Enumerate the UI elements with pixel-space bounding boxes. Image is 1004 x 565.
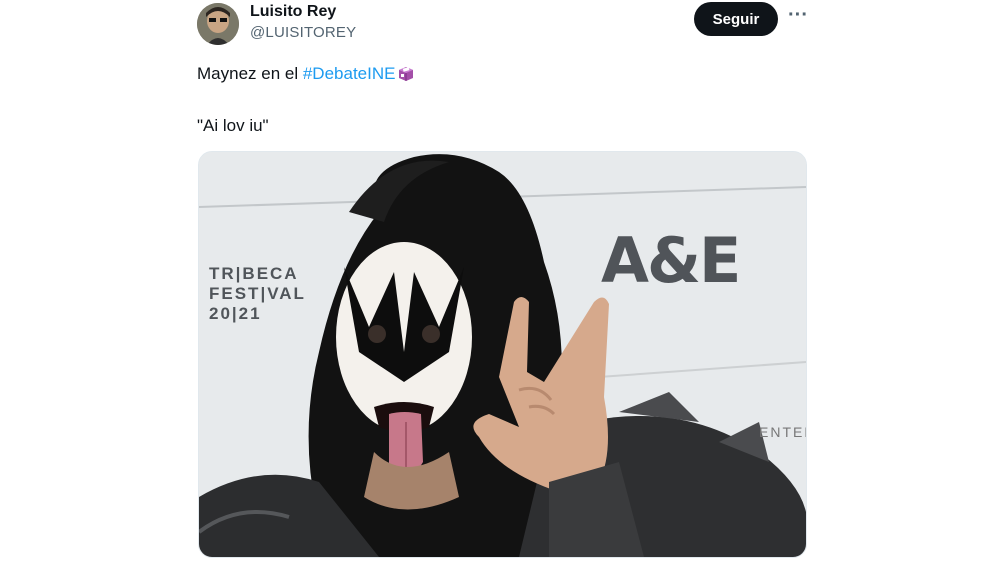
author-name[interactable]: Luisito Rey	[250, 3, 336, 21]
photo-scene	[199, 152, 806, 557]
tribeca-line-2: FEST|VAL	[209, 284, 306, 303]
tweet-quote-text: "Ai lov iu"	[197, 116, 269, 135]
ae-logo: A&E	[601, 224, 741, 297]
hashtag-link[interactable]: #DebateINE	[303, 64, 396, 83]
tribeca-line-3: 20|21	[209, 304, 262, 323]
author-handle[interactable]: @LUISITOREY	[250, 24, 356, 41]
tweet-text: Maynez en el #DebateINE	[197, 64, 415, 87]
tweet-photo[interactable]: TR|BECA FEST|VAL 20|21 A&E ENTED	[198, 151, 807, 558]
ballot-box-emoji-icon	[397, 64, 415, 87]
more-dots-icon[interactable]: ···	[786, 4, 810, 32]
tribeca-festival-logo: TR|BECA FEST|VAL 20|21	[209, 264, 306, 324]
tribeca-line-1: TR|BECA	[209, 264, 299, 283]
tweet-text-prefix: Maynez en el	[197, 64, 303, 83]
author-avatar[interactable]	[197, 3, 239, 45]
partial-sign-text: ENTED	[759, 424, 806, 440]
follow-button[interactable]: Seguir	[694, 2, 778, 36]
